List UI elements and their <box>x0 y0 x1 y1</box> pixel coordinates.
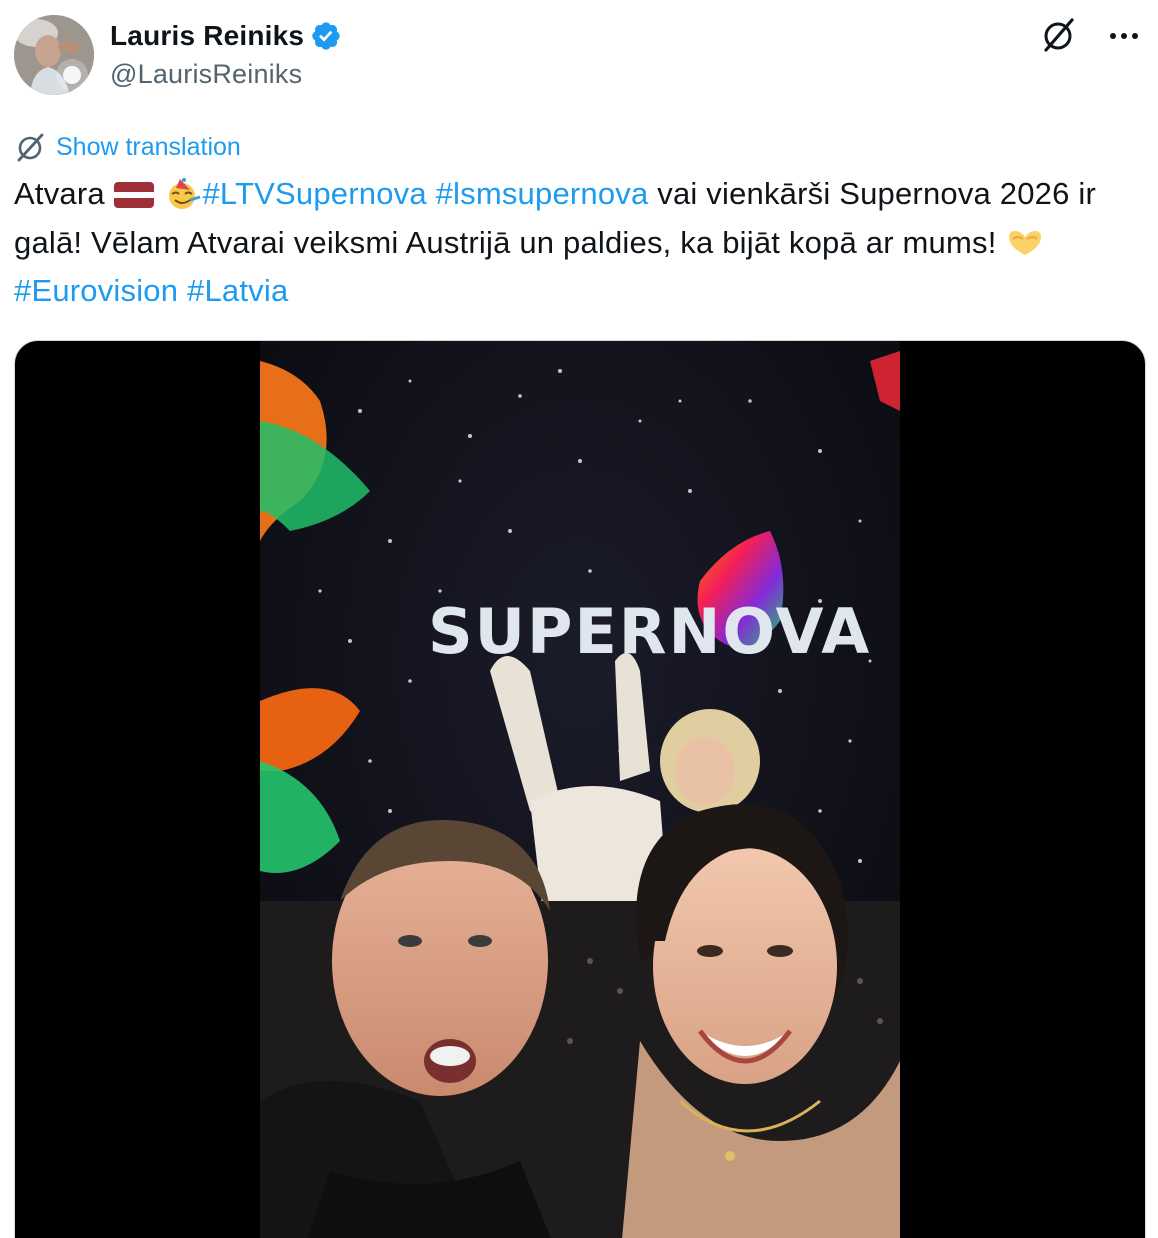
video-media[interactable]: SUPERNOVA <box>14 340 1146 1238</box>
hashtag-eurovision[interactable]: #Eurovision <box>14 273 178 308</box>
grok-icon[interactable] <box>1038 15 1078 55</box>
party-face-icon <box>169 178 201 209</box>
latvia-flag-icon <box>113 182 154 208</box>
display-name[interactable]: Lauris Reiniks <box>110 20 304 52</box>
video-frame[interactable]: SUPERNOVA <box>260 341 900 1238</box>
avatar[interactable] <box>14 15 94 95</box>
text-segment-1: Atvara <box>14 176 114 211</box>
tweet: Lauris Reiniks @LaurisReiniks Show trans… <box>0 0 1158 1238</box>
hashtag-latvia[interactable]: #Latvia <box>187 273 288 308</box>
verified-badge-icon <box>312 22 340 50</box>
video-still: SUPERNOVA <box>260 341 900 1238</box>
show-translation-label[interactable]: Show translation <box>56 133 241 162</box>
tweet-header: Lauris Reiniks @LaurisReiniks <box>14 15 1144 95</box>
hashtag-ltvsupernova[interactable]: #LTVSupernova <box>202 176 426 211</box>
author-block: Lauris Reiniks @LaurisReiniks <box>110 19 342 90</box>
heart-hands-icon <box>1009 230 1042 255</box>
grok-translate-icon <box>17 133 44 162</box>
handle[interactable]: @LaurisReiniks <box>110 59 342 90</box>
supernova-logo-text: SUPERNOVA <box>428 595 871 668</box>
show-translation-link[interactable]: Show translation <box>14 130 241 164</box>
name-row: Lauris Reiniks <box>110 19 342 53</box>
more-icon[interactable] <box>1104 19 1144 51</box>
tweet-text: Atvara #LTVSupernova #lsmsupernova vai v… <box>14 170 1134 316</box>
hashtag-lsmsupernova[interactable]: #lsmsupernova <box>436 176 649 211</box>
